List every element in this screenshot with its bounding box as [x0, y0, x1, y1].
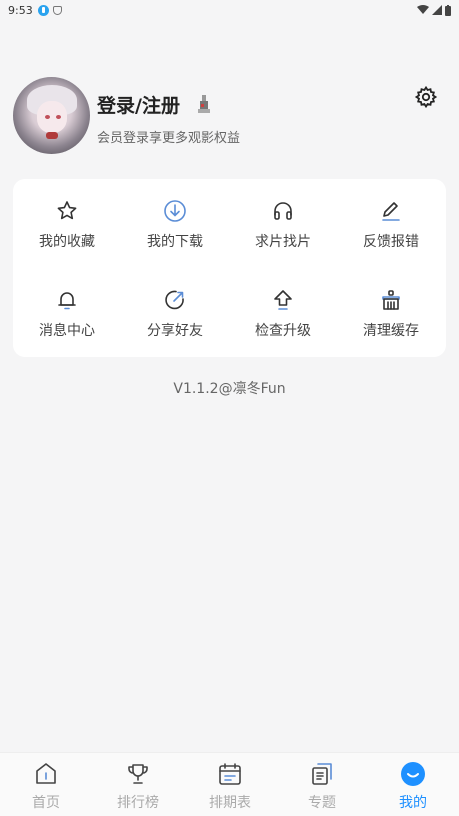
login-register-link[interactable]: 登录/注册: [97, 91, 180, 118]
menu-item-label: 我的收藏: [39, 234, 95, 250]
menu-item-feedback[interactable]: 反馈报错: [337, 179, 445, 268]
tab-topics[interactable]: 专题: [276, 753, 368, 816]
menu-item-upgrade[interactable]: 检查升级: [229, 268, 337, 357]
menu-item-clear-cache[interactable]: 清理缓存: [337, 268, 445, 357]
battery-icon: [445, 4, 451, 16]
download-icon: [164, 200, 186, 222]
avatar-face: [37, 101, 67, 133]
shield-icon: [52, 5, 62, 15]
edit-icon: [382, 202, 400, 221]
notification-icon: [37, 4, 49, 16]
menu-item-request[interactable]: 求片找片: [229, 179, 337, 268]
status-time: 9:53: [8, 3, 33, 17]
calendar-icon: [219, 763, 241, 785]
tab-mine[interactable]: 我的: [367, 753, 459, 816]
signal-icon: [432, 5, 442, 15]
profile-icon: [401, 762, 425, 786]
wifi-icon: [417, 5, 429, 14]
upgrade-icon: [274, 290, 292, 310]
menu-item-label: 分享好友: [147, 323, 203, 339]
status-bar: 9:53: [0, 0, 459, 20]
menu-item-share[interactable]: 分享好友: [121, 268, 229, 357]
avatar[interactable]: [13, 77, 90, 154]
tab-label: 首页: [32, 795, 60, 811]
headphones-icon: [274, 202, 292, 220]
bell-icon: [58, 292, 76, 310]
gear-icon[interactable]: [414, 85, 438, 109]
menu-item-label: 我的下载: [147, 234, 203, 250]
avatar-eye: [56, 115, 61, 119]
menu-card: 我的收藏 我的下载 求片找片 反馈报错 消息中心 分享好友 检查升级 清理缓存: [13, 179, 446, 357]
share-icon: [165, 290, 184, 310]
menu-item-label: 反馈报错: [363, 234, 419, 250]
avatar-eye: [45, 115, 50, 119]
menu-item-label: 检查升级: [255, 323, 311, 339]
star-icon: [57, 201, 77, 220]
tab-ranking[interactable]: 排行榜: [92, 753, 184, 816]
home-icon: [36, 763, 56, 784]
tab-label: 我的: [399, 795, 427, 811]
clean-icon: [382, 290, 400, 310]
trophy-icon: [128, 764, 148, 784]
app-version: V1.1.2@凛冬Fun: [173, 381, 286, 397]
menu-item-favorites[interactable]: 我的收藏: [13, 179, 121, 268]
avatar-bow: [46, 132, 58, 139]
tab-label: 排行榜: [117, 795, 159, 811]
profile-subtitle: 会员登录享更多观影权益: [97, 131, 241, 146]
tab-label: 排期表: [209, 795, 251, 811]
tab-label: 专题: [308, 795, 336, 811]
tab-home[interactable]: 首页: [0, 753, 92, 816]
menu-item-label: 清理缓存: [363, 323, 419, 339]
profile-header[interactable]: 登录/注册 会员登录享更多观影权益: [13, 77, 443, 157]
status-indicators: [417, 4, 451, 16]
bottom-tab-bar: 首页 排行榜 排期表 专题 我的: [0, 752, 459, 816]
tab-schedule[interactable]: 排期表: [184, 753, 276, 816]
vip-badge-icon: [198, 95, 210, 113]
menu-item-label: 消息中心: [39, 323, 95, 339]
menu-item-downloads[interactable]: 我的下载: [121, 179, 229, 268]
menu-item-label: 求片找片: [255, 234, 311, 250]
topic-icon: [312, 763, 332, 785]
menu-item-messages[interactable]: 消息中心: [13, 268, 121, 357]
